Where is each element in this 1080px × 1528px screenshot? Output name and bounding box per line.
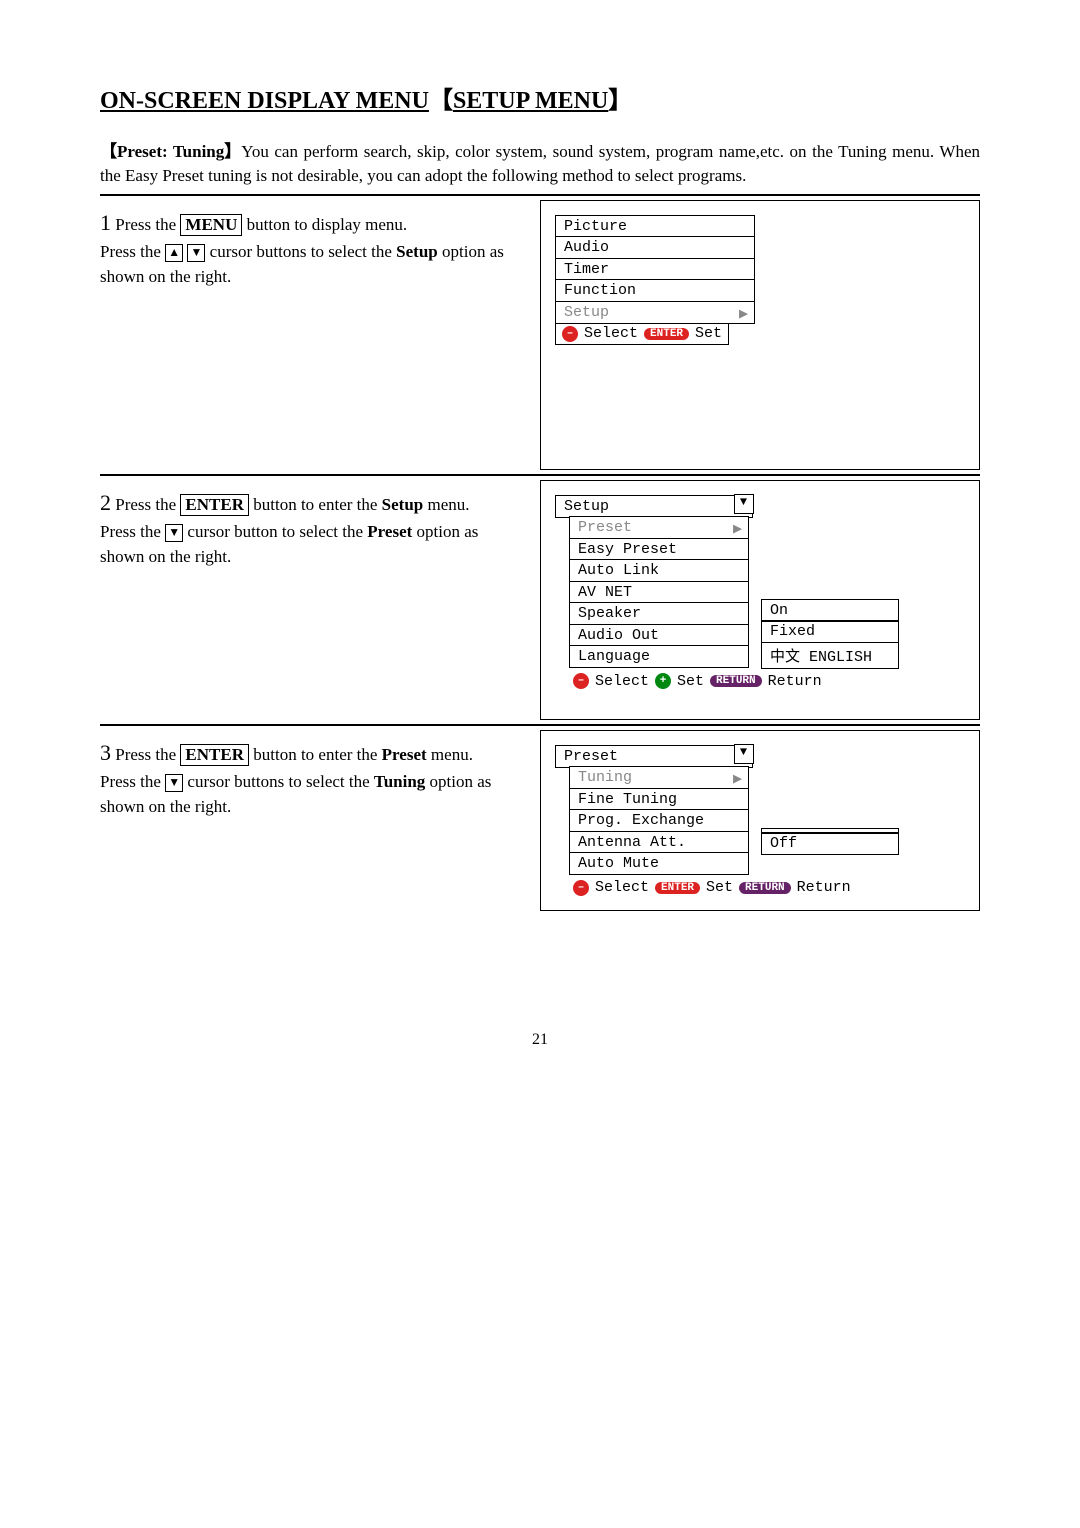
menu-item: Speaker — [569, 602, 749, 625]
down-arrow-icon: ▼ — [165, 774, 183, 792]
hint-bar: –Select ENTERSet RETURNReturn — [569, 879, 851, 896]
menu-item: Auto Mute — [569, 852, 749, 875]
menu-item-selected: Tuning▶ — [569, 766, 749, 789]
menu-item: Picture — [555, 215, 755, 238]
hint-bar: –Select +Set RETURNReturn — [569, 673, 822, 690]
page-title: ON-SCREEN DISPLAY MENU【SETUP MENU】 — [100, 80, 980, 115]
menu-item: Function — [555, 279, 755, 302]
enter-pill-icon: ENTER — [644, 328, 689, 340]
down-arrow-icon: ▼ — [187, 244, 205, 262]
hint-bar: –Select ENTERSet — [555, 322, 729, 345]
down-tri-icon: ▼ — [734, 494, 754, 514]
menu-header: Preset ▼ — [555, 745, 753, 768]
up-arrow-icon: ▲ — [165, 244, 183, 262]
menu-item: Timer — [555, 258, 755, 281]
page-number: 21 — [100, 1031, 980, 1049]
osd-screenshot-1: Picture Audio Timer Function Setup▶ –Sel… — [540, 200, 980, 470]
menu-item: Prog. Exchange — [569, 809, 749, 832]
step-3-text: 3 Press the ENTER button to enter the Pr… — [100, 730, 520, 912]
right-arrow-icon: ▶ — [739, 304, 748, 323]
step-2-text: 2 Press the ENTER button to enter the Se… — [100, 480, 520, 720]
right-arrow-icon: ▶ — [733, 769, 742, 788]
value-box: 中文 ENGLISH — [761, 642, 899, 669]
menu-item: Easy Preset — [569, 538, 749, 561]
menu-header: Setup ▼ — [555, 495, 753, 518]
menu-item: AV NET — [569, 581, 749, 604]
menu-key: MENU — [180, 214, 242, 236]
intro-paragraph: 【Preset: Tuning】You can perform search, … — [100, 140, 980, 196]
down-arrow-icon: ▼ — [165, 524, 183, 542]
menu-item: Audio Out — [569, 624, 749, 647]
menu-item: Language — [569, 645, 749, 668]
right-arrow-icon: ▶ — [733, 519, 742, 538]
minus-icon: – — [573, 673, 589, 689]
enter-pill-icon: ENTER — [655, 882, 700, 894]
return-pill-icon: RETURN — [739, 882, 791, 894]
menu-item-selected: Preset▶ — [569, 516, 749, 539]
value-box: Off — [761, 832, 899, 855]
plus-icon: + — [655, 673, 671, 689]
enter-key: ENTER — [180, 494, 249, 516]
menu-item: Fine Tuning — [569, 788, 749, 811]
menu-item-selected: Setup▶ — [555, 301, 755, 324]
down-tri-icon: ▼ — [734, 744, 754, 764]
return-pill-icon: RETURN — [710, 675, 762, 687]
menu-item: Audio — [555, 236, 755, 259]
value-box: On — [761, 599, 899, 622]
menu-item: Antenna Att. — [569, 831, 749, 854]
value-box: Fixed — [761, 620, 899, 643]
enter-key: ENTER — [180, 744, 249, 766]
osd-screenshot-2: Setup ▼ Preset▶ Easy Preset Auto Link AV… — [540, 480, 980, 720]
minus-icon: – — [573, 880, 589, 896]
minus-icon: – — [562, 326, 578, 342]
step-1-text: 1 Press the MENU button to display menu.… — [100, 200, 520, 470]
menu-item: Auto Link — [569, 559, 749, 582]
osd-screenshot-3: Preset ▼ Tuning▶ Fine Tuning Prog. Excha… — [540, 730, 980, 912]
